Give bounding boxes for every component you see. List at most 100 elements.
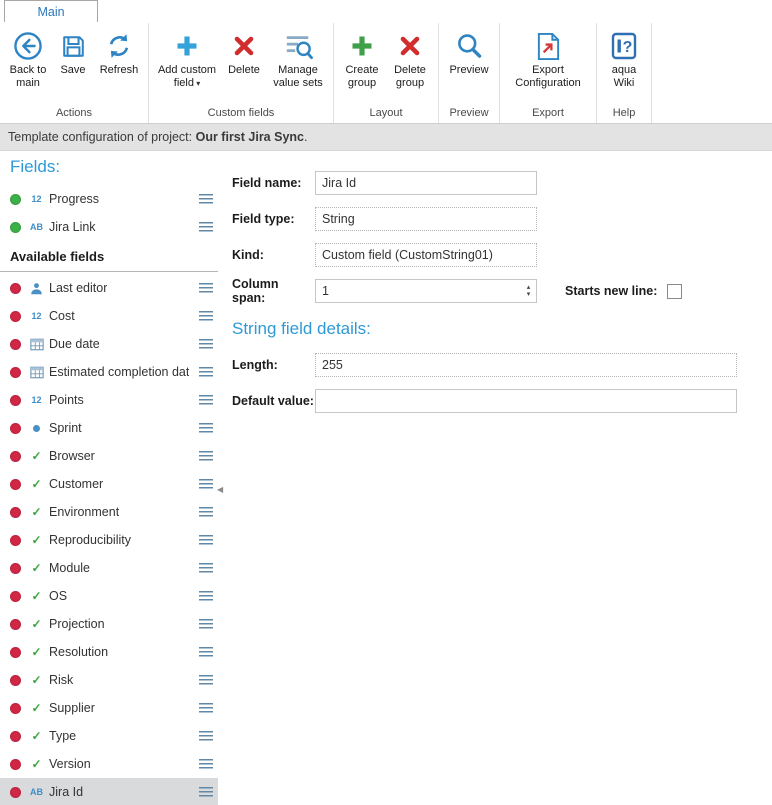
drag-handle-icon[interactable] [199,563,213,573]
drag-handle-icon[interactable] [199,479,213,489]
field-item-version[interactable]: ✓Version [0,750,218,778]
drag-handle-icon[interactable] [199,194,213,204]
ribbon-button-delete-group[interactable]: Delete group [387,25,433,106]
field-item-points[interactable]: 12Points [0,386,218,414]
field-item-label: Risk [49,673,73,687]
ribbon-button-delete[interactable]: Delete [222,25,266,106]
field-item-environment[interactable]: ✓Environment [0,498,218,526]
drag-handle-icon[interactable] [199,759,213,769]
ribbon-group-preview: PreviewPreview [439,23,500,123]
field-item-supplier[interactable]: ✓Supplier [0,694,218,722]
field-item-progress[interactable]: 12Progress [0,185,218,213]
field-item-os[interactable]: ✓OS [0,582,218,610]
app-window: Main Back to mainSaveRefreshActionsAdd c… [0,0,772,805]
spinner-down-icon[interactable]: ▾ [527,291,531,298]
drag-handle-icon[interactable] [199,339,213,349]
ribbon-button-label: Manage value sets [271,64,325,90]
fields-list: 12ProgressABJira LinkAvailable fieldsLas… [0,185,218,805]
column-span-input[interactable] [315,279,537,303]
sprint-type-icon [27,425,46,432]
ribbon-button-manage-value-sets[interactable]: Manage value sets [268,25,328,106]
check-type-icon: ✓ [27,646,46,658]
tab-main[interactable]: Main [4,0,98,22]
field-item-label: Due date [49,337,100,351]
ribbon-group-buttons: Export Configuration [500,23,596,106]
field-item-risk[interactable]: ✓Risk [0,666,218,694]
ribbon-button-refresh[interactable]: Refresh [95,25,143,106]
status-dot-icon [10,563,21,574]
default-value-input[interactable] [315,389,737,413]
field-item-customer[interactable]: ✓Customer [0,470,218,498]
status-dot-icon [10,619,21,630]
field-item-last-editor[interactable]: Last editor [0,274,218,302]
check-type-icon: ✓ [27,590,46,602]
ribbon-button-aqua-wiki[interactable]: ?aqua Wiki [602,25,646,106]
ribbon-button-save[interactable]: Save [53,25,93,106]
ribbon-button-label: Delete [228,64,260,77]
ribbon-button-add-custom-field[interactable]: Add custom field ▾ [154,25,220,106]
ribbon-button-back-to-main[interactable]: Back to main [5,25,51,106]
starts-new-line-label: Starts new line: [565,284,657,298]
drag-handle-icon[interactable] [199,675,213,685]
field-item-reproducibility[interactable]: ✓Reproducibility [0,526,218,554]
drag-handle-icon[interactable] [199,787,213,797]
drag-handle-icon[interactable] [199,507,213,517]
status-dot-icon [10,591,21,602]
length-input[interactable] [315,353,737,377]
field-type-row: Field type: [232,207,764,231]
drag-handle-icon[interactable] [199,731,213,741]
number-type-icon: 12 [27,395,46,405]
ribbon-button-preview[interactable]: Preview [444,25,494,106]
check-type-icon: ✓ [27,450,46,462]
field-item-jira-id[interactable]: ABJira Id [0,778,218,805]
kind-input[interactable] [315,243,537,267]
check-type-icon: ✓ [27,702,46,714]
field-item-cost[interactable]: 12Cost [0,302,218,330]
ribbon-button-export-configuration[interactable]: Export Configuration [505,25,591,106]
spinner-up-icon[interactable]: ▴ [527,284,531,291]
ribbon-group-label: Preview [439,106,499,123]
status-dot-icon [10,731,21,742]
drag-handle-icon[interactable] [199,619,213,629]
ribbon-button-label: Delete group [390,64,430,90]
field-type-label: Field type: [232,212,315,226]
sidebar-collapse-arrow-icon[interactable]: ◀ [217,485,223,494]
field-item-sprint[interactable]: Sprint [0,414,218,442]
drag-handle-icon[interactable] [199,535,213,545]
drag-handle-icon[interactable] [199,647,213,657]
field-type-input[interactable] [315,207,537,231]
ribbon-button-label: Back to main [8,64,48,90]
ribbon-button-create-group[interactable]: Create group [339,25,385,106]
project-header-bar: Template configuration of project: Our f… [0,124,772,151]
field-item-label: Version [49,757,91,771]
field-item-estimated-completion-dat[interactable]: Estimated completion dat [0,358,218,386]
field-item-resolution[interactable]: ✓Resolution [0,638,218,666]
drag-handle-icon[interactable] [199,283,213,293]
column-span-spinner[interactable]: ▴ ▾ [522,281,535,301]
field-item-label: Jira Link [49,220,96,234]
drag-handle-icon[interactable] [199,703,213,713]
field-item-jira-link[interactable]: ABJira Link [0,213,218,241]
field-item-type[interactable]: ✓Type [0,722,218,750]
field-name-input[interactable] [315,171,537,195]
project-name: Our first Jira Sync [196,130,304,144]
kind-label: Kind: [232,248,315,262]
drag-handle-icon[interactable] [199,591,213,601]
field-item-module[interactable]: ✓Module [0,554,218,582]
ribbon-button-label: Save [60,64,85,77]
status-dot-icon [10,283,21,294]
starts-new-line-checkbox[interactable] [667,284,682,299]
status-dot-icon [10,479,21,490]
drag-handle-icon[interactable] [199,423,213,433]
check-type-icon: ✓ [27,618,46,630]
drag-handle-icon[interactable] [199,395,213,405]
field-item-browser[interactable]: ✓Browser [0,442,218,470]
drag-handle-icon[interactable] [199,222,213,232]
drag-handle-icon[interactable] [199,367,213,377]
ribbon-group-label: Custom fields [149,106,333,123]
status-dot-icon [10,759,21,770]
field-item-due-date[interactable]: Due date [0,330,218,358]
drag-handle-icon[interactable] [199,451,213,461]
drag-handle-icon[interactable] [199,311,213,321]
field-item-projection[interactable]: ✓Projection [0,610,218,638]
